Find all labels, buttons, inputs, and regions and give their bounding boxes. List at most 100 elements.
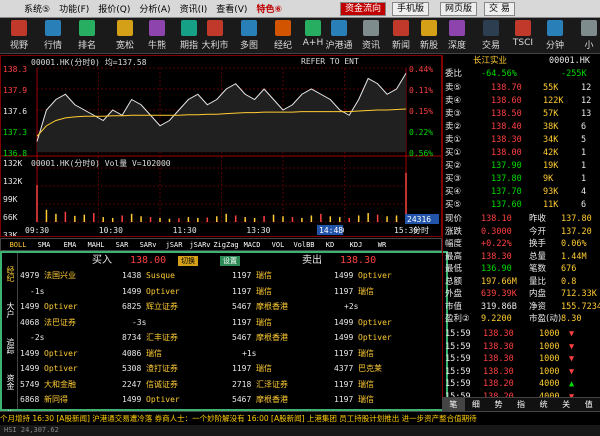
- toolbar-button-7[interactable]: 多图: [234, 20, 264, 52]
- indicator-tab-jsarv[interactable]: jSARv: [187, 241, 213, 249]
- right-tab-2[interactable]: 势: [487, 398, 510, 411]
- right-tab-4[interactable]: 统: [532, 398, 555, 411]
- broker-left-cell: 1499: [122, 395, 142, 404]
- news-ticker[interactable]: 个月增持 16:30 [A股新闻] 沪港通交易遭冷落 券商人士：一个妙阶解没有 …: [0, 411, 600, 425]
- toolbar-button-8[interactable]: 经纪: [268, 20, 298, 52]
- toolbar-button-13[interactable]: 新股: [414, 20, 444, 52]
- stat-label: 最高: [445, 251, 463, 262]
- bid-price: 137.60: [491, 200, 522, 210]
- toolbar-button-4[interactable]: 牛熊: [142, 20, 172, 52]
- broker-right-cell: 1197: [334, 286, 354, 296]
- ask-row-4: 卖① 138.30 34K 5: [443, 134, 600, 147]
- bid-row-4: 买⑤ 137.60 11K 6: [443, 199, 600, 212]
- capital-flow-button[interactable]: 资金流向: [340, 2, 387, 16]
- trade-button[interactable]: 交 易: [484, 2, 515, 16]
- toolbar-button-1[interactable]: 行情: [38, 20, 68, 52]
- toolbar-button-16[interactable]: TSCI: [508, 20, 538, 52]
- right-tab-6[interactable]: 值: [577, 398, 600, 411]
- tick-direction-icon: ▼: [569, 366, 575, 377]
- tick-volume: 4000: [539, 379, 560, 389]
- broker-side-tab-0[interactable]: 经纪: [5, 259, 16, 289]
- ask-price: 138.50: [491, 109, 522, 119]
- right-tab-3[interactable]: 指: [510, 398, 533, 411]
- broker-queue-panel: 经纪大户追踪资金指标 买入 138.00 切换 设置 卖出 138.30 497…: [0, 251, 448, 426]
- broker-right-cell: 瑞信: [358, 348, 374, 358]
- toolbar-button-3[interactable]: 宽松: [110, 20, 140, 52]
- ask-count: 12: [581, 96, 592, 106]
- tick-direction-icon: ▼: [569, 341, 575, 352]
- indicator-tab-macd[interactable]: MACD: [239, 241, 265, 249]
- indicator-tab-wr[interactable]: WR: [369, 241, 395, 249]
- toolbar-button-0[interactable]: 视野: [4, 20, 34, 52]
- toolbar-button-17[interactable]: 分钟: [540, 20, 570, 52]
- indicator-tab-sar[interactable]: SAR: [109, 241, 135, 249]
- stat-label-2: 总量: [529, 251, 547, 262]
- broker-side-tab-2[interactable]: 追踪: [5, 331, 16, 361]
- toolbar-button-18[interactable]: 小: [574, 20, 600, 52]
- bid-volume: 11K: [543, 200, 559, 210]
- broker-side-tab-3[interactable]: 资金: [5, 367, 16, 397]
- indicator-tab-vol[interactable]: VOL: [265, 241, 291, 249]
- toolbar-button-12[interactable]: 新闻: [386, 20, 416, 52]
- indicator-tab-zigzag[interactable]: ZigZag: [213, 241, 239, 249]
- broker-side-tab-1[interactable]: 大户: [5, 295, 16, 325]
- menu-info[interactable]: 资讯(I): [180, 2, 208, 15]
- toolbar-button-11[interactable]: 资讯: [356, 20, 386, 52]
- indicator-tabs: BOLL SMA EMA MAHL SAR SARv jSAR jSARv ZigZag MACD…: [0, 238, 442, 251]
- bid-price: 138.00: [491, 148, 522, 158]
- pct-axis-label-4: 0.56%: [409, 149, 433, 158]
- menu-system[interactable]: 系统⑤: [24, 2, 50, 15]
- bid-count: 1: [581, 161, 587, 171]
- toolbar-icon-17: [547, 20, 563, 36]
- indicator-tab-kdj[interactable]: KDJ: [343, 241, 369, 249]
- toolbar-button-10[interactable]: 沪港通: [324, 20, 354, 52]
- menu-special[interactable]: 特色⑥: [256, 2, 282, 15]
- tick-direction-icon: ▼: [569, 354, 575, 364]
- right-tab-1[interactable]: 细: [465, 398, 488, 411]
- bid-label: 买②: [445, 161, 462, 171]
- mobile-button[interactable]: 手机版: [392, 2, 430, 16]
- tick-price: 138.20: [483, 379, 514, 389]
- weibi-row: 委比 -64.56% -255K: [443, 68, 600, 81]
- right-tab-0[interactable]: 笔: [442, 398, 465, 411]
- broker-right-cell: 1197: [232, 271, 252, 280]
- time-label-2: 11:30: [173, 226, 197, 235]
- broker-right-cell: 1499: [334, 317, 354, 327]
- broker-left-cell: Optiver: [146, 286, 180, 296]
- toolbar-button-2[interactable]: 排名: [72, 20, 102, 52]
- indicator-tab-boll[interactable]: BOLL: [5, 241, 31, 249]
- ask-label: 卖①: [445, 135, 462, 145]
- stat-value: +0.22%: [481, 239, 512, 249]
- intraday-chart[interactable]: 138.3 137.9 137.6 137.3 136.8 0.44% 0.11% 0.15%…: [0, 55, 442, 237]
- menu-analysis[interactable]: 分析(A): [139, 2, 170, 15]
- indicator-tab-volbb[interactable]: VolBB: [291, 241, 317, 249]
- indicator-tab-ema[interactable]: EMA: [57, 241, 83, 249]
- indicator-tab-sarv[interactable]: SARv: [135, 241, 161, 249]
- toolbar-label-10: 沪港通: [325, 41, 353, 51]
- tick-volume: 1000: [539, 366, 560, 377]
- quote-panel: 长江实业 00001.HK 委比 -64.56% -255K 卖⑤ 138.70 5…: [442, 55, 600, 402]
- switch-button[interactable]: 切换: [178, 256, 198, 266]
- ask-label: 卖②: [445, 122, 462, 132]
- stat-label-2: 换手: [529, 239, 547, 249]
- menu-view[interactable]: 查看(V): [216, 2, 247, 15]
- broker-left-cell: 汇丰证券: [146, 333, 178, 342]
- stock-title-row: 长江实业 00001.HK: [443, 55, 600, 68]
- bid-label: 买③: [445, 174, 462, 184]
- settings-button[interactable]: 设置: [220, 256, 240, 266]
- indicator-tab-jsar[interactable]: jSAR: [161, 241, 187, 249]
- broker-right-cell: 瑞信: [358, 379, 374, 389]
- indicator-tab-mahl[interactable]: MAHL: [83, 241, 109, 249]
- stat-label: 总额: [445, 276, 463, 287]
- indicator-tab-kd[interactable]: KD: [317, 241, 343, 249]
- broker-left-cell: Optiver: [44, 302, 78, 311]
- right-tab-5[interactable]: 关: [555, 398, 578, 411]
- toolbar-button-6[interactable]: 大利市: [200, 20, 230, 52]
- menu-quote[interactable]: 报价(Q): [98, 2, 130, 15]
- menu-function[interactable]: 功能(F): [59, 2, 89, 15]
- toolbar-button-15[interactable]: 交易: [476, 20, 506, 52]
- toolbar-icon-11: [363, 20, 379, 36]
- indicator-tab-sma[interactable]: SMA: [31, 241, 57, 249]
- toolbar-button-14[interactable]: 深度: [442, 20, 472, 52]
- web-button[interactable]: 网页版: [440, 2, 478, 16]
